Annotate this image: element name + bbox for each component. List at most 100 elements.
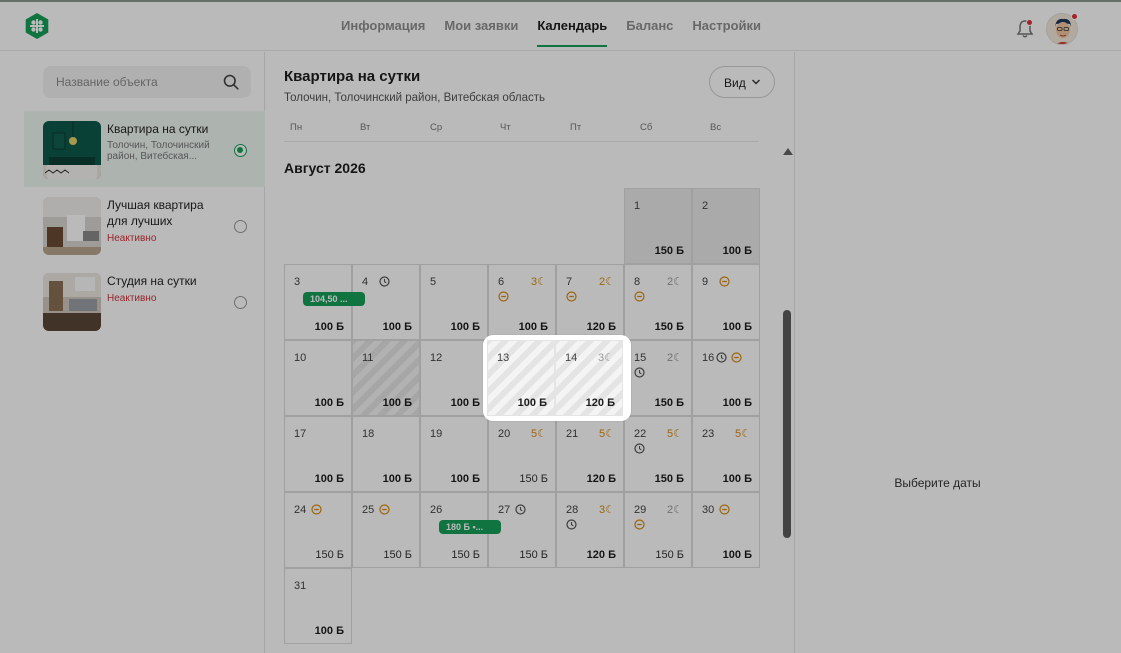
calendar-day-8[interactable]: 8 150 Б 2☾ (624, 264, 692, 340)
day-price: 100 Б (722, 397, 752, 409)
day-price: 100 Б (722, 549, 752, 561)
clock-icon (634, 367, 645, 378)
minus-circle-icon (731, 352, 742, 363)
booking-details-panel: Выберите даты (796, 52, 1079, 653)
day-number: 3 (294, 276, 301, 288)
calendar-day-29[interactable]: 29 150 Б 2☾ (624, 492, 692, 568)
calendar-day-30[interactable]: 30 100 Б (692, 492, 760, 568)
day-number: 5 (430, 276, 437, 288)
day-price: 100 Б (517, 397, 547, 409)
calendar-day-18[interactable]: 18 100 Б (352, 416, 420, 492)
view-dropdown[interactable]: Вид (709, 66, 775, 98)
min-nights-moon-icon: 3☾ (531, 276, 547, 288)
day-number: 28 (566, 504, 579, 516)
object-status: Неактивно (107, 293, 157, 304)
calendar-day-13[interactable]: 13 100 Б (487, 340, 555, 416)
day-price: 150 Б (654, 473, 684, 485)
day-price: 150 Б (519, 473, 548, 485)
day-number: 11 (362, 352, 374, 364)
object-search-input[interactable]: Название объекта (43, 66, 251, 98)
calendar-day-23[interactable]: 23 100 Б 5☾ (692, 416, 760, 492)
object-radio[interactable] (234, 296, 247, 309)
min-nights-moon-icon: 5☾ (531, 428, 547, 440)
min-nights-moon-icon: 3☾ (598, 352, 614, 364)
day-number: 29 (634, 504, 647, 516)
day-price: 120 Б (585, 397, 615, 409)
calendar-day-7[interactable]: 7 120 Б 2☾ (556, 264, 624, 340)
booking-chip-2[interactable]: 180 Б •... (439, 520, 501, 534)
object-thumbnail (43, 197, 101, 255)
weekday-label: Вт (360, 122, 371, 133)
page-margin-left (0, 52, 24, 653)
day-price: 150 Б (451, 549, 480, 561)
object-item-apartment[interactable]: Квартира на сутки Толочин, Толочинский р… (24, 111, 265, 187)
day-price: 100 Б (518, 321, 548, 333)
nav-balance[interactable]: Баланс (626, 18, 673, 44)
object-address: Толочин, Толочинский район, Витебская... (107, 140, 210, 162)
clover-logo-icon[interactable] (24, 13, 50, 39)
search-icon[interactable] (223, 74, 239, 90)
object-radio[interactable] (234, 220, 247, 233)
calendar-day-24[interactable]: 24 150 Б (284, 492, 352, 568)
day-price: 100 Б (314, 625, 344, 637)
nav-my-requests[interactable]: Мои заявки (444, 18, 518, 44)
calendar-day-9[interactable]: 9 100 Б (692, 264, 760, 340)
min-nights-moon-icon: 5☾ (599, 428, 615, 440)
day-number: 12 (430, 352, 443, 364)
day-number: 13 (497, 352, 510, 364)
day-price: 100 Б (314, 397, 344, 409)
day-number: 27 (498, 504, 511, 516)
day-number: 6 (498, 276, 505, 288)
day-price: 150 Б (315, 549, 344, 561)
calendar-day-31[interactable]: 31 100 Б (284, 568, 352, 644)
calendar-scrollbar[interactable] (783, 148, 793, 653)
booking-chip-1[interactable]: 104,50 ... (303, 292, 365, 306)
object-item-studio[interactable]: Студия на сутки Неактивно (24, 263, 265, 339)
calendar-day-5[interactable]: 5 100 Б (420, 264, 488, 340)
clock-icon (566, 519, 577, 530)
day-number: 9 (702, 276, 709, 288)
calendar-day-22[interactable]: 22 150 Б 5☾ (624, 416, 692, 492)
notification-badge (1026, 19, 1033, 26)
calendar-day-6[interactable]: 6 100 Б 3☾ (488, 264, 556, 340)
calendar-day-12[interactable]: 12 100 Б (420, 340, 488, 416)
object-title: Студия на сутки (107, 274, 197, 288)
day-price: 100 Б (450, 473, 480, 485)
day-number: 20 (498, 428, 511, 440)
calendar-day-15[interactable]: 15 150 Б 2☾ (624, 340, 692, 416)
calendar-day-1[interactable]: 1 150 Б (624, 188, 692, 264)
calendar-day-17[interactable]: 17 100 Б (284, 416, 352, 492)
day-number: 2 (702, 200, 709, 212)
highlighted-dates[interactable]: 13 100 Б 14 120 Б 3☾ (483, 335, 631, 421)
day-price: 150 Б (654, 245, 684, 257)
calendar-day-20[interactable]: 20 150 Б 5☾ (488, 416, 556, 492)
calendar-day-14[interactable]: 14 120 Б 3☾ (555, 340, 623, 416)
scroll-up-icon[interactable] (783, 148, 793, 155)
day-number: 31 (294, 580, 307, 592)
day-number: 14 (565, 352, 578, 364)
object-radio-selected[interactable] (234, 144, 247, 157)
day-price: 120 Б (586, 321, 616, 333)
calendar-day-16[interactable]: 16 100 Б (692, 340, 760, 416)
day-number: 10 (294, 352, 307, 364)
calendar-day-10[interactable]: 10 100 Б (284, 340, 352, 416)
calendar-day-19[interactable]: 19 100 Б (420, 416, 488, 492)
nav-calendar[interactable]: Календарь (537, 18, 607, 47)
day-price: 150 Б (654, 397, 684, 409)
page-title: Квартира на сутки (284, 68, 421, 85)
day-number: 22 (634, 428, 647, 440)
calendar-day-21[interactable]: 21 120 Б 5☾ (556, 416, 624, 492)
scrollbar-thumb[interactable] (783, 310, 791, 538)
calendar-day-28[interactable]: 28 120 Б 3☾ (556, 492, 624, 568)
nav-info[interactable]: Информация (341, 18, 425, 44)
calendar-day-2[interactable]: 2 100 Б (692, 188, 760, 264)
object-item-best-apartment[interactable]: Лучшая квартира для лучших Неактивно (24, 187, 265, 263)
day-number: 25 (362, 504, 375, 516)
day-number: 18 (362, 428, 375, 440)
nav-settings[interactable]: Настройки (692, 18, 761, 44)
calendar-day-11[interactable]: 11 100 Б (352, 340, 420, 416)
day-price: 100 Б (314, 321, 344, 333)
calendar-day-25[interactable]: 25 150 Б (352, 492, 420, 568)
app-header: Информация Мои заявки Календарь Баланс Н… (0, 2, 1121, 51)
min-nights-moon-icon: 2☾ (667, 504, 683, 516)
